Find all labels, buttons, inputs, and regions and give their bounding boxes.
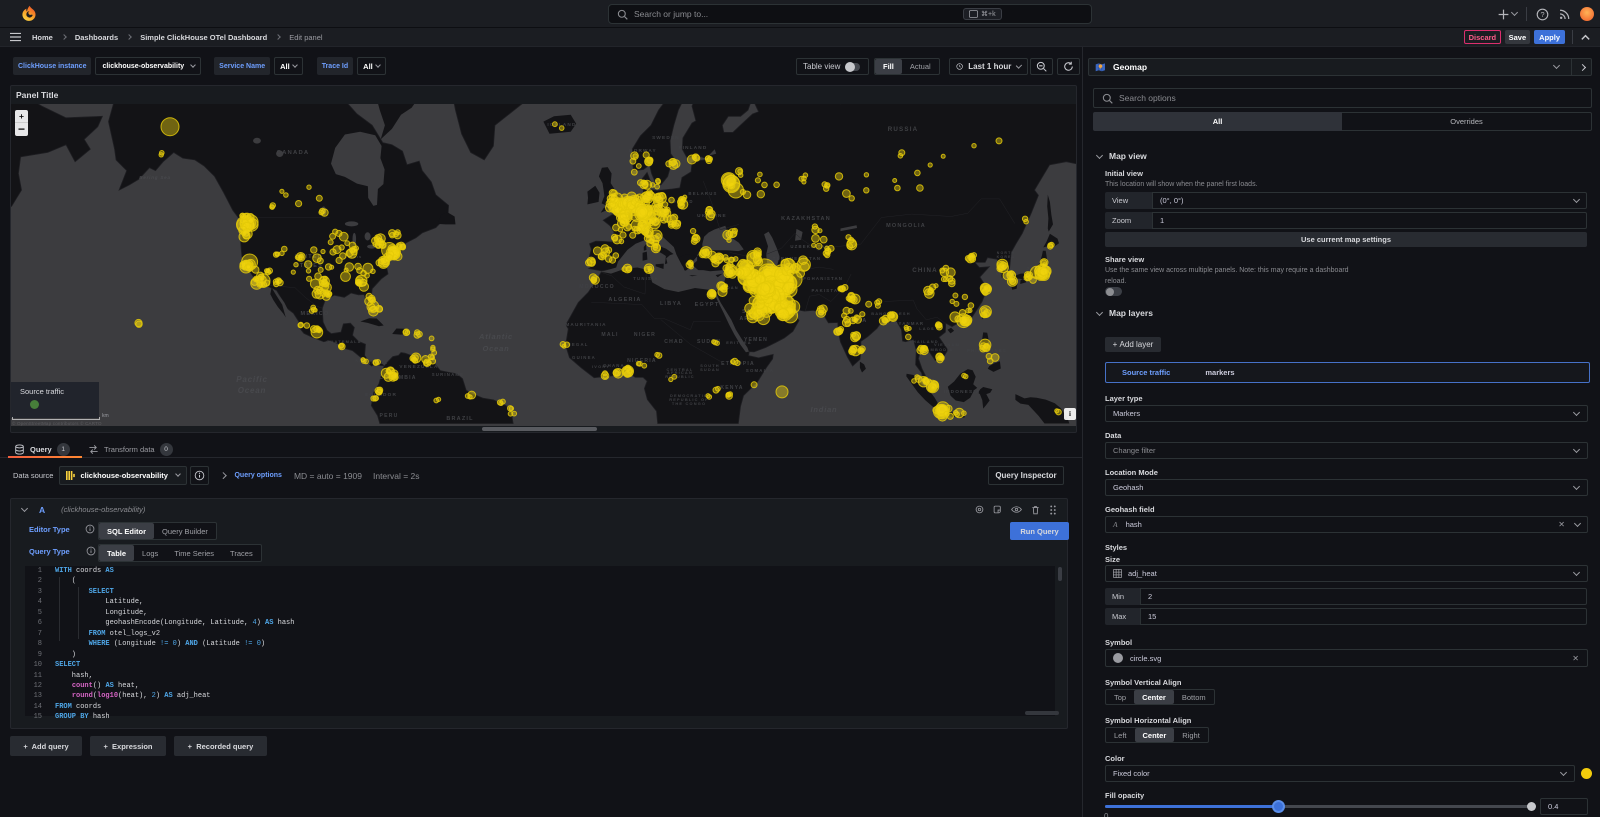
svg-text:SWEDEN: SWEDEN xyxy=(652,135,680,140)
svg-text:THAILAND: THAILAND xyxy=(909,339,938,344)
svg-text:IVORY: IVORY xyxy=(592,364,610,369)
svg-text:Indian: Indian xyxy=(811,405,838,414)
svg-text:AFGHANISTAN: AFGHANISTAN xyxy=(799,276,843,281)
svg-text:Pacific: Pacific xyxy=(236,375,267,384)
svg-text:CHAD: CHAD xyxy=(664,339,684,345)
svg-text:FINLAND: FINLAND xyxy=(679,145,708,150)
svg-text:BRAZIL: BRAZIL xyxy=(446,416,473,422)
svg-text:?: ? xyxy=(1540,9,1544,18)
svg-text:MOROCCO: MOROCCO xyxy=(579,284,615,290)
svg-text:MONGOLIA: MONGOLIA xyxy=(886,223,926,229)
svg-text:EGYPT: EGYPT xyxy=(695,302,720,308)
svg-text:MALI: MALI xyxy=(601,332,618,338)
svg-text:TUNISIA: TUNISIA xyxy=(633,276,659,281)
svg-text:PERU: PERU xyxy=(380,413,399,419)
svg-text:VENEZUELA: VENEZUELA xyxy=(399,364,438,369)
svg-text:SURINAME: SURINAME xyxy=(432,372,465,377)
svg-text:RUSSIA: RUSSIA xyxy=(888,126,919,133)
svg-text:Ocean: Ocean xyxy=(483,344,510,353)
svg-text:GUINEA: GUINEA xyxy=(572,355,596,360)
svg-text:ERITREA: ERITREA xyxy=(726,340,751,345)
svg-text:Atlantic: Atlantic xyxy=(478,332,513,341)
svg-text:Bering Sea: Bering Sea xyxy=(139,175,171,180)
svg-text:BELARUS: BELARUS xyxy=(688,191,717,196)
svg-text:CANADA: CANADA xyxy=(277,150,310,156)
svg-text:UZBEKISTAN: UZBEKISTAN xyxy=(790,244,829,249)
svg-text:MAURITANIA: MAURITANIA xyxy=(565,322,606,327)
svg-text:KENYA: KENYA xyxy=(720,385,743,391)
svg-text:CHINA: CHINA xyxy=(912,267,938,274)
svg-text:Ocean: Ocean xyxy=(238,386,266,395)
svg-text:GUATEMALA: GUATEMALA xyxy=(326,339,361,344)
svg-text:SOMALIA: SOMALIA xyxy=(746,368,774,373)
svg-text:SUDAN: SUDAN xyxy=(700,367,720,372)
svg-text:KOREA: KOREA xyxy=(997,255,1016,259)
svg-text:INDONESIA: INDONESIA xyxy=(944,389,981,394)
svg-text:NIGER: NIGER xyxy=(634,332,656,338)
svg-text:TURKMENISTAN: TURKMENISTAN xyxy=(773,256,821,261)
svg-text:LIBYA: LIBYA xyxy=(660,301,682,307)
svg-text:LAOS: LAOS xyxy=(919,326,935,331)
svg-text:ALGERIA: ALGERIA xyxy=(608,297,641,303)
svg-text:KAZAKHSTAN: KAZAKHSTAN xyxy=(781,216,831,222)
svg-text:THE CONGO: THE CONGO xyxy=(672,401,706,406)
